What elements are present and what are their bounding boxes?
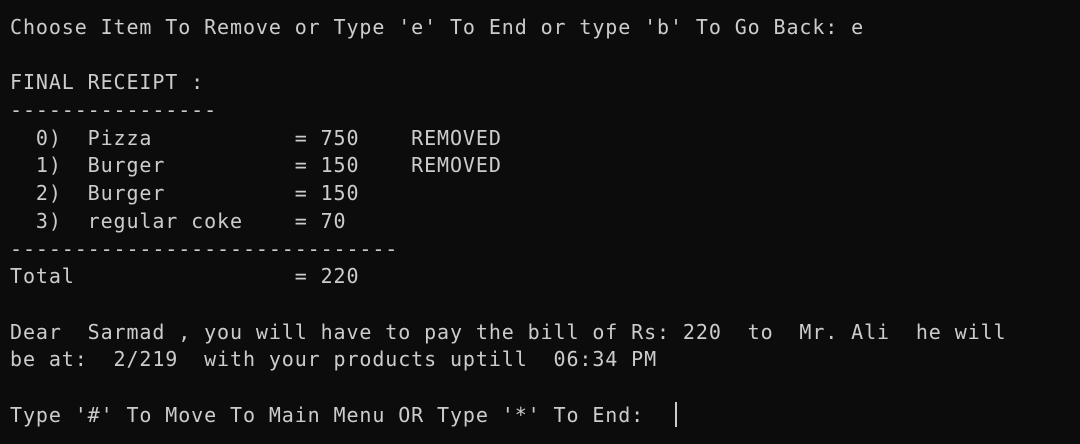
receipt-item-0: 0) Pizza = 750 REMOVED <box>10 125 502 150</box>
remove-prompt-line: Choose Item To Remove or Type 'e' To End… <box>10 15 865 39</box>
text-cursor[interactable] <box>675 401 678 427</box>
receipt-total: Total = 220 <box>10 264 360 289</box>
menu-prompt-line[interactable]: Type '#' To Move To Main Menu OR Type '*… <box>10 401 1080 430</box>
receipt-divider-long: ------------------------------ <box>10 236 399 261</box>
bill-message-line-2: be at: 2/219 with your products uptill 0… <box>10 347 658 372</box>
receipt-item-1: 1) Burger = 150 REMOVED <box>10 153 502 178</box>
receipt-title: FINAL RECEIPT : <box>10 70 205 95</box>
receipt-divider-short: ---------------- <box>10 98 218 123</box>
receipt-item-3: 3) regular coke = 70 <box>10 208 347 233</box>
receipt-item-2: 2) Burger = 150 <box>10 181 360 206</box>
bill-message-line-1: Dear Sarmad , you will have to pay the b… <box>10 319 1007 344</box>
terminal-window[interactable]: Choose Item To Remove or Type 'e' To End… <box>0 0 1080 444</box>
menu-prompt-text: Type '#' To Move To Main Menu OR Type '*… <box>10 402 658 427</box>
